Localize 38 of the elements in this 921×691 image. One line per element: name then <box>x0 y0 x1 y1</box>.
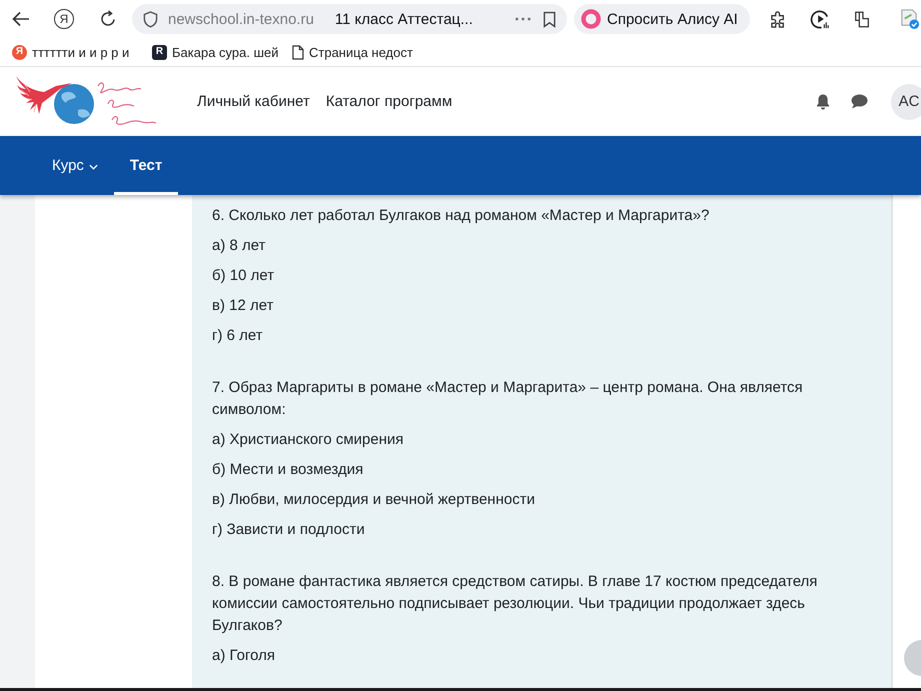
answer-text: б) Мести и возмездия <box>212 460 364 480</box>
question-text: 8. В романе фантастика является средством сатиры. В главе 17 костюм председателя комиссии самостоятельно подписывает резолюции. Чьи традиции продолжает здесь Булгаков? <box>212 572 818 636</box>
ring-icon <box>581 9 601 29</box>
favicon: R <box>152 44 167 60</box>
document-check-icon[interactable] <box>898 8 920 30</box>
bookmark-item[interactable]: Я тттттти и и р р и <box>12 44 152 60</box>
page-icon <box>292 44 304 60</box>
answer-text: в) Любви, милосердия и вечной жертвенности <box>212 490 535 510</box>
bookmark-item[interactable]: R Бакара сура. шей <box>152 44 292 60</box>
back-arrow-icon[interactable] <box>12 11 30 27</box>
nav-link[interactable]: Каталог программ <box>326 93 452 110</box>
favicon: Я <box>12 44 27 60</box>
chat-icon[interactable] <box>851 94 868 109</box>
answer-text: а) Гоголя <box>212 646 275 666</box>
nav-link[interactable]: Личный кабинет <box>197 93 310 110</box>
shield-icon[interactable] <box>143 10 158 28</box>
answer-text: в) 12 лет <box>212 296 274 316</box>
page-title-text: 11 класс Аттестац... <box>334 10 473 28</box>
more-icon[interactable] <box>515 17 531 21</box>
alice-button[interactable]: Спросить Алису AI <box>574 4 750 34</box>
nav-tab[interactable]: Курс <box>36 136 114 195</box>
play-circle-icon[interactable] <box>810 8 831 30</box>
question-text: 7. Образ Маргариты в романе «Мастер и Маргарита» – центр романа. Она является символом: <box>212 378 804 420</box>
answer-text: б) 10 лет <box>212 266 274 286</box>
answer-text: г) 6 лет <box>212 326 263 346</box>
url-text: newschool.in-texno.ru <box>168 10 314 28</box>
bell-icon[interactable] <box>816 93 830 110</box>
question-text: 6. Сколько лет работал Булгаков над романом «Мастер и Маргарита»? <box>212 206 710 226</box>
split-panel-icon[interactable] <box>852 10 871 28</box>
avatar-button[interactable]: AC <box>891 84 921 120</box>
answer-text: г) Зависти и подлости <box>212 520 365 540</box>
yandex-button[interactable]: Я <box>54 9 74 29</box>
bookmark-item[interactable]: Страница недост <box>292 44 432 60</box>
answer-text: а) Христианского смирения <box>212 430 404 450</box>
address-bar[interactable]: newschool.in-texno.ru 11 класс Аттестац... <box>132 4 567 34</box>
bookmark-icon[interactable] <box>543 10 556 28</box>
answer-text: а) 8 лет <box>212 236 266 256</box>
reload-icon[interactable] <box>99 10 117 28</box>
